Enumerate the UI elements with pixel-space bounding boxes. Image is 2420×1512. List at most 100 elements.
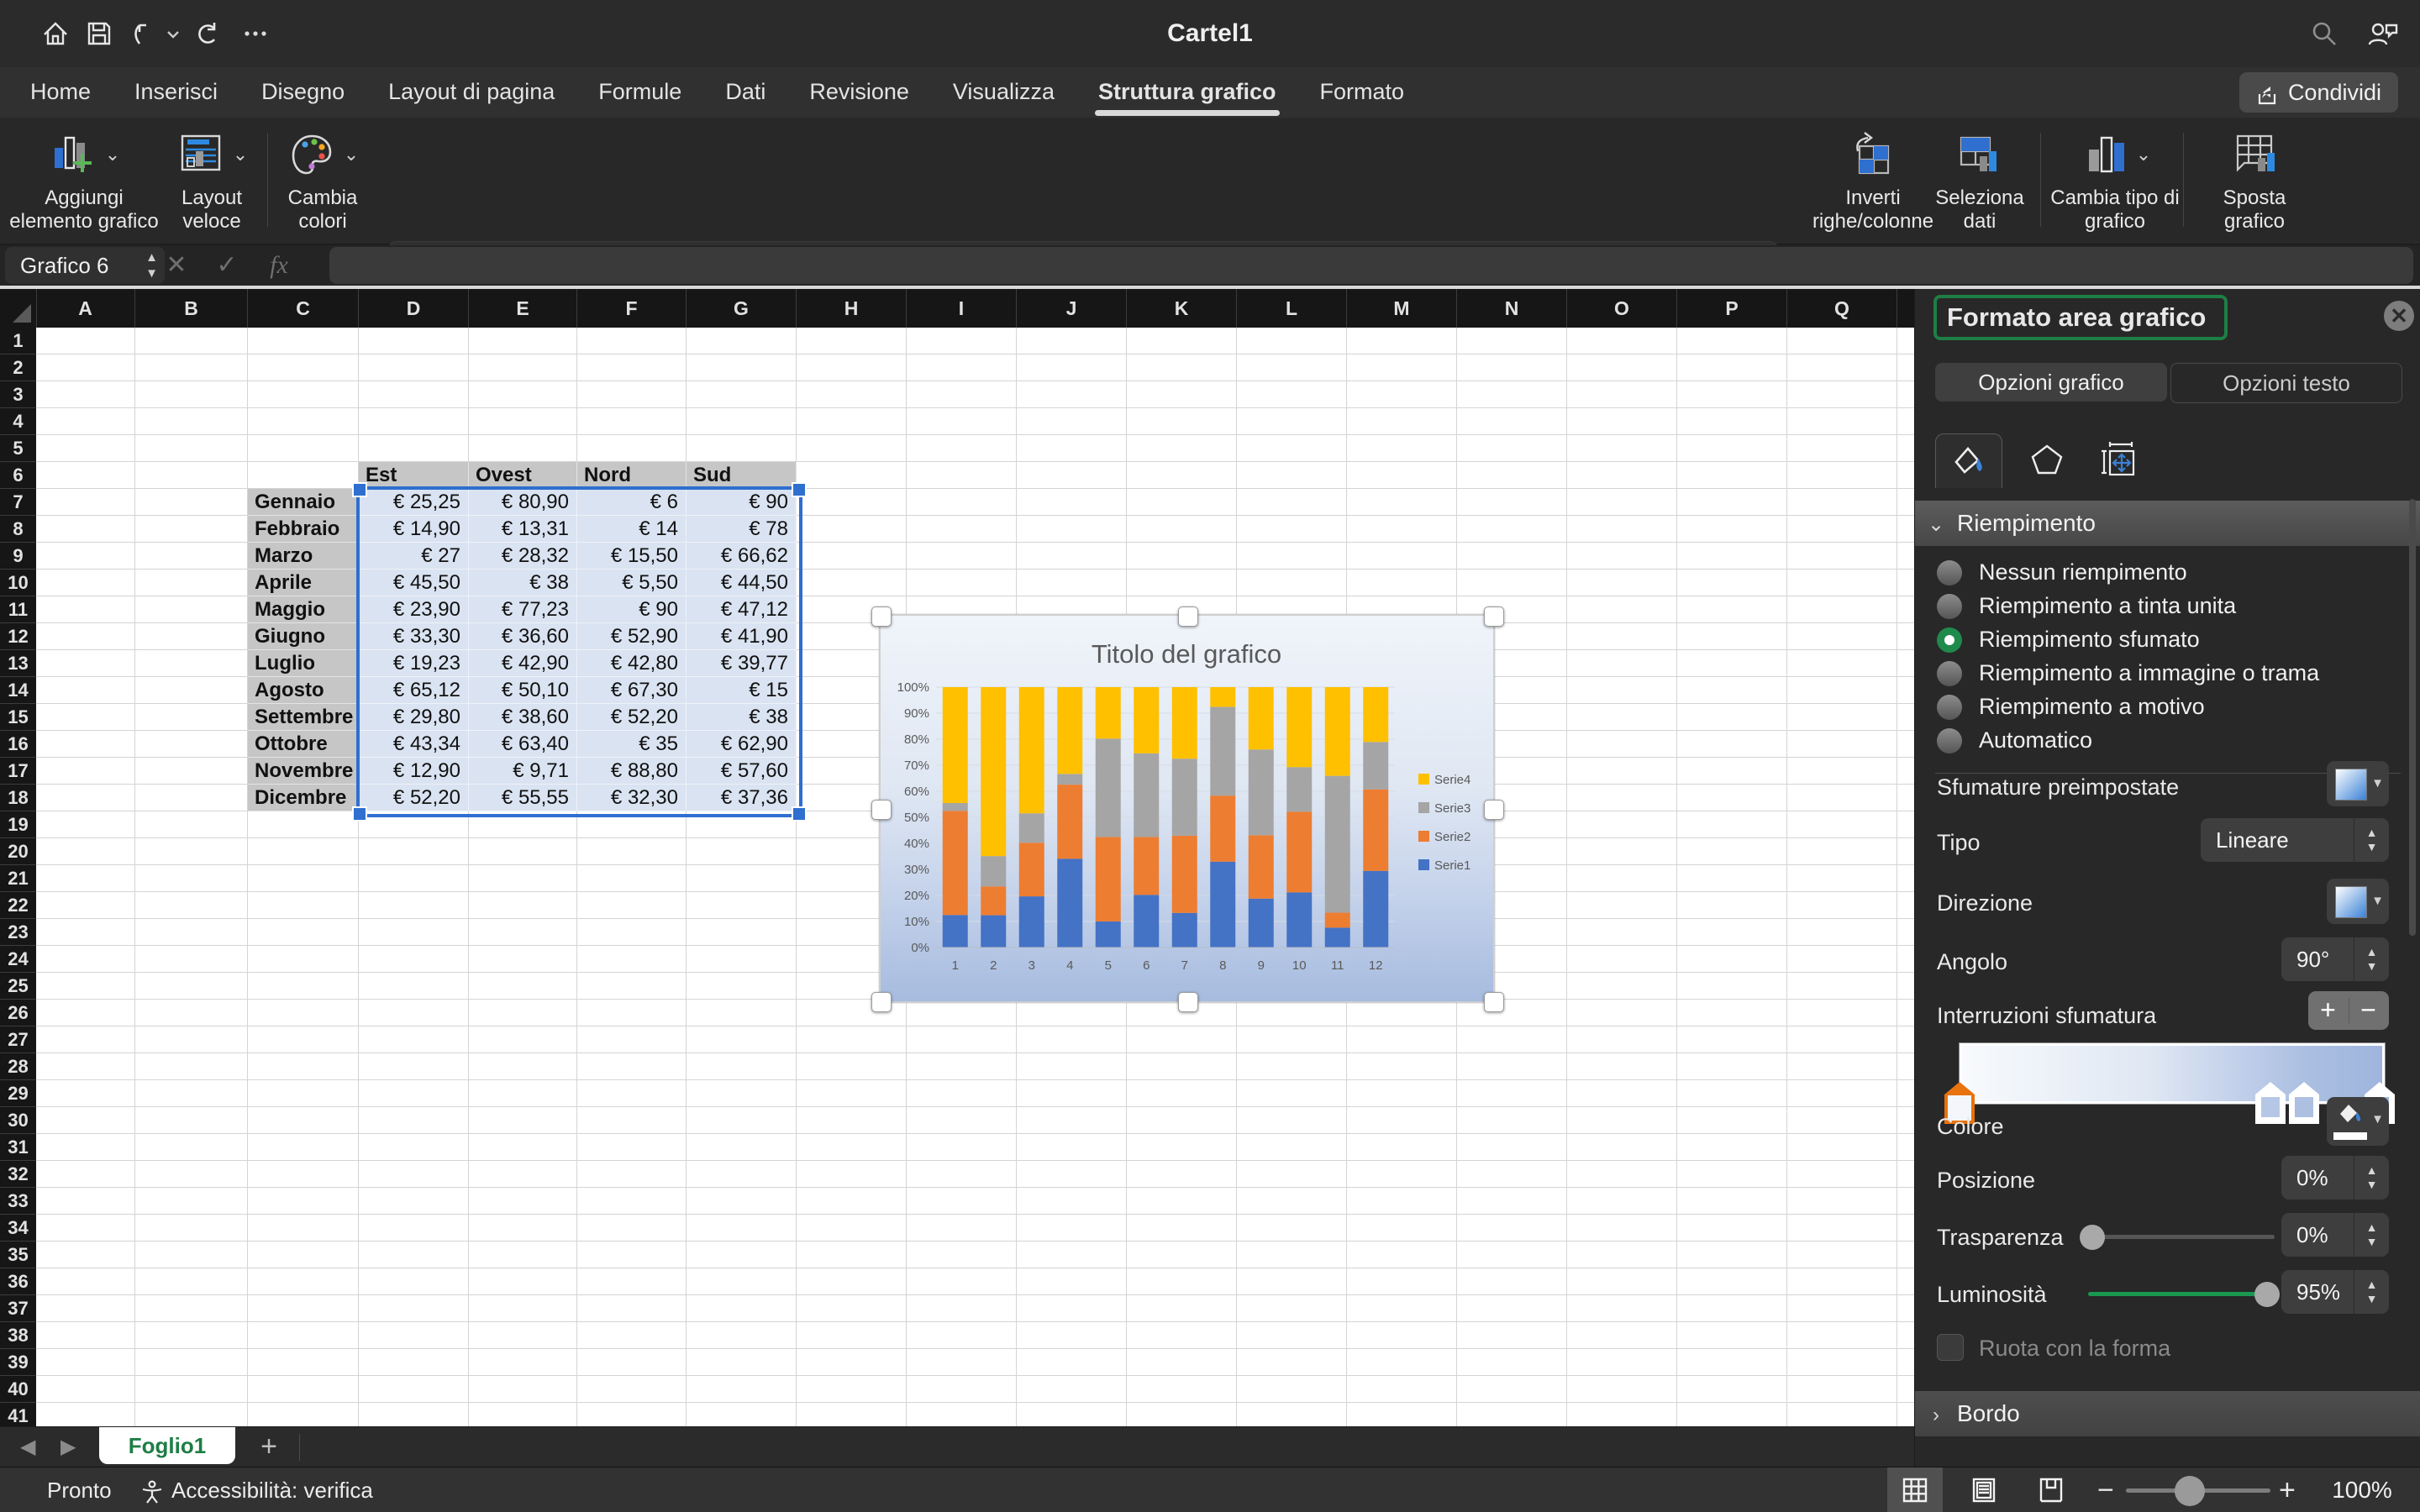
series-header-cell[interactable]: Sud xyxy=(687,462,797,489)
insert-function-icon[interactable]: fx xyxy=(260,245,297,286)
table-cell[interactable]: € 45,50 xyxy=(359,570,469,596)
month-cell[interactable]: Giugno xyxy=(248,623,359,650)
table-cell[interactable]: € 5,50 xyxy=(577,570,687,596)
row-header-10[interactable]: 10 xyxy=(0,570,36,596)
table-cell[interactable]: € 13,31 xyxy=(469,516,577,543)
fill-line-tab[interactable] xyxy=(1935,433,2002,488)
table-cell[interactable]: € 42,90 xyxy=(469,650,577,677)
table-cell[interactable]: € 55,55 xyxy=(469,785,577,811)
column-header-G[interactable]: G xyxy=(687,289,797,328)
table-cell[interactable]: € 15 xyxy=(687,677,797,704)
month-cell[interactable]: Dicembre xyxy=(248,785,359,811)
table-cell[interactable]: € 57,60 xyxy=(687,758,797,785)
row-header-7[interactable]: 7 xyxy=(0,489,36,516)
table-cell[interactable]: € 35 xyxy=(577,731,687,758)
ribbon-tab-struttura-grafico[interactable]: Struttura grafico xyxy=(1080,67,1295,118)
row-header-40[interactable]: 40 xyxy=(0,1376,36,1403)
month-cell[interactable]: Febbraio xyxy=(248,516,359,543)
series-header-cell[interactable]: Est xyxy=(359,462,469,489)
stepper-icon[interactable]: ▲▼ xyxy=(2354,937,2389,981)
name-box-stepper[interactable]: ▲▼ xyxy=(145,249,158,281)
table-cell[interactable]: € 38,60 xyxy=(469,704,577,731)
column-header-K[interactable]: K xyxy=(1127,289,1237,328)
row-header-35[interactable]: 35 xyxy=(0,1242,36,1268)
color-dropdown[interactable]: ▼ xyxy=(2327,1097,2389,1146)
month-cell[interactable]: Gennaio xyxy=(248,489,359,516)
fill-option-1[interactable]: Nessun riempimento xyxy=(1937,559,2187,590)
table-cell[interactable]: € 27 xyxy=(359,543,469,570)
row-header-23[interactable]: 23 xyxy=(0,919,36,946)
table-cell[interactable]: € 78 xyxy=(687,516,797,543)
ribbon-tab-disegno[interactable]: Disegno xyxy=(243,67,363,118)
month-cell[interactable]: Marzo xyxy=(248,543,359,570)
gradient-stops-bar[interactable] xyxy=(1960,1043,2385,1104)
name-box[interactable]: Grafico 6 ▲▼ xyxy=(5,247,165,284)
fill-option-4[interactable]: Riempimento a immagine o trama xyxy=(1937,660,2319,690)
fill-option-6[interactable]: Automatico xyxy=(1937,727,2092,758)
add-chart-element-button[interactable]: ⌄Aggiungi elemento grafico xyxy=(8,123,160,240)
select-all-corner[interactable] xyxy=(0,289,37,328)
pane-scrollbar[interactable] xyxy=(2409,499,2416,936)
table-cell[interactable]: € 67,30 xyxy=(577,677,687,704)
row-header-8[interactable]: 8 xyxy=(0,516,36,543)
chart-resize-handle[interactable] xyxy=(871,992,892,1012)
zoom-in-button[interactable]: + xyxy=(2279,1467,2296,1512)
share-button[interactable]: Condividi xyxy=(2239,72,2398,113)
table-cell[interactable]: € 77,23 xyxy=(469,596,577,623)
select-data-button[interactable]: Seleziona dati xyxy=(1921,123,2039,240)
table-cell[interactable]: € 23,90 xyxy=(359,596,469,623)
table-cell[interactable]: € 38 xyxy=(687,704,797,731)
row-header-15[interactable]: 15 xyxy=(0,704,36,731)
add-sheet-button[interactable]: + xyxy=(250,1427,287,1467)
row-header-2[interactable]: 2 xyxy=(0,354,36,381)
ribbon-tab-visualizza[interactable]: Visualizza xyxy=(934,67,1073,118)
table-cell[interactable]: € 88,80 xyxy=(577,758,687,785)
section-bordo[interactable]: ›Bordo xyxy=(1915,1391,2420,1436)
normal-view-button[interactable] xyxy=(1887,1467,1943,1512)
row-header-16[interactable]: 16 xyxy=(0,731,36,758)
column-header-C[interactable]: C xyxy=(248,289,359,328)
column-header-N[interactable]: N xyxy=(1457,289,1567,328)
column-header-B[interactable]: B xyxy=(135,289,248,328)
table-cell[interactable]: € 43,34 xyxy=(359,731,469,758)
stepper-icon[interactable]: ▲▼ xyxy=(2354,1156,2389,1200)
stepper-icon[interactable]: ▲▼ xyxy=(2354,1270,2389,1314)
effects-tab[interactable] xyxy=(2014,433,2080,487)
column-header-P[interactable]: P xyxy=(1677,289,1787,328)
series-header-cell[interactable]: Ovest xyxy=(469,462,577,489)
transparency-slider-handle[interactable] xyxy=(2080,1225,2105,1250)
formula-input[interactable] xyxy=(329,247,2413,284)
row-header-24[interactable]: 24 xyxy=(0,946,36,973)
position-field[interactable]: 0%▲▼ xyxy=(2281,1156,2389,1200)
table-cell[interactable]: € 25,25 xyxy=(359,489,469,516)
month-cell[interactable]: Novembre xyxy=(248,758,359,785)
table-cell[interactable]: € 33,30 xyxy=(359,623,469,650)
month-cell[interactable]: Settembre xyxy=(248,704,359,731)
table-cell[interactable]: € 47,12 xyxy=(687,596,797,623)
row-header-32[interactable]: 32 xyxy=(0,1161,36,1188)
table-cell[interactable]: € 29,80 xyxy=(359,704,469,731)
table-cell[interactable]: € 80,90 xyxy=(469,489,577,516)
brightness-slider-handle[interactable] xyxy=(2254,1282,2280,1307)
fill-option-3[interactable]: Riempimento sfumato xyxy=(1937,627,2200,657)
row-header-11[interactable]: 11 xyxy=(0,596,36,623)
table-cell[interactable]: € 38 xyxy=(469,570,577,596)
table-cell[interactable]: € 9,71 xyxy=(469,758,577,785)
table-cell[interactable]: € 66,62 xyxy=(687,543,797,570)
month-cell[interactable]: Luglio xyxy=(248,650,359,677)
table-cell[interactable]: € 50,10 xyxy=(469,677,577,704)
column-header-F[interactable]: F xyxy=(577,289,687,328)
column-header-J[interactable]: J xyxy=(1017,289,1127,328)
quick-layout-button[interactable]: ⌄Layout veloce xyxy=(165,123,259,240)
angle-field[interactable]: 90°▲▼ xyxy=(2281,937,2389,981)
ribbon-tab-inserisci[interactable]: Inserisci xyxy=(116,67,236,118)
move-chart-button[interactable]: Sposta grafico xyxy=(2191,123,2317,240)
brightness-field[interactable]: 95%▲▼ xyxy=(2281,1270,2389,1314)
close-pane-icon[interactable]: ✕ xyxy=(2384,301,2414,331)
share-people-icon[interactable] xyxy=(2366,18,2396,49)
row-header-26[interactable]: 26 xyxy=(0,1000,36,1026)
table-cell[interactable]: € 63,40 xyxy=(469,731,577,758)
confirm-icon[interactable]: ✓ xyxy=(208,245,245,286)
row-header-19[interactable]: 19 xyxy=(0,811,36,838)
table-cell[interactable]: € 28,32 xyxy=(469,543,577,570)
